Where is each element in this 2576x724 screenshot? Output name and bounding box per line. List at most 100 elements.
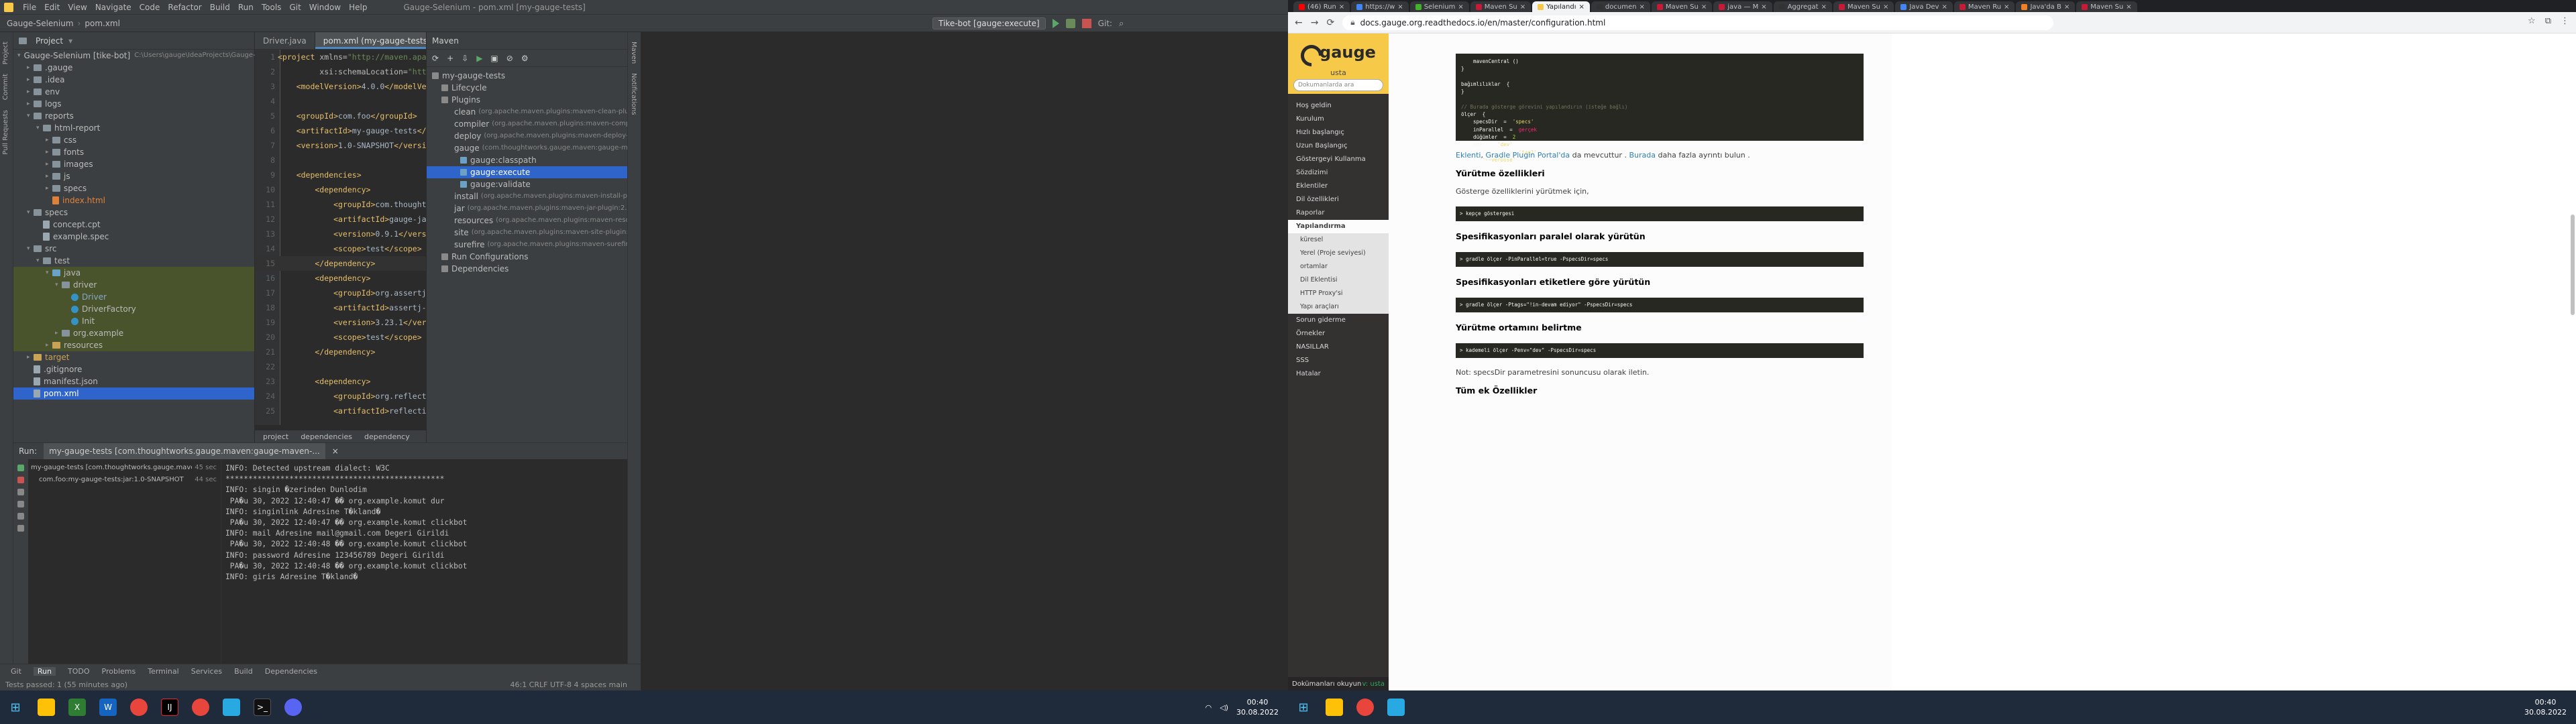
bottom-tool-tab[interactable]: Problems [102, 667, 136, 676]
breadcrumb-project[interactable]: Gauge-Selenium [7, 19, 74, 28]
chevron-down-icon[interactable]: ▾ [27, 110, 34, 122]
browser-tab[interactable]: Selenium × [1409, 1, 1469, 12]
project-tree-item[interactable]: ▸ images [13, 158, 254, 170]
sidebar-sub-item[interactable]: ortamlar [1288, 260, 1389, 274]
project-tree-item[interactable]: ▸ .idea [13, 74, 254, 86]
sidebar-nav-item[interactable]: NASILLAR [1288, 341, 1389, 354]
chevron-down-icon[interactable]: ▾ [68, 36, 72, 46]
chrome-icon[interactable] [130, 699, 148, 716]
maven-tree-item[interactable]: gauge:validate [427, 178, 627, 190]
project-tree-item[interactable]: example.spec [13, 231, 254, 243]
chevron-right-icon[interactable]: ▸ [27, 98, 34, 110]
tab-close-icon[interactable]: × [1761, 3, 1766, 11]
maven-tree-item[interactable]: jar (org.apache.maven.plugins:maven-jar-p… [427, 202, 634, 215]
code-editor[interactable]: 1<project xmlns="http://maven.apache.org… [255, 50, 426, 425]
run-config-selector[interactable]: Tike-bot [gauge:execute] [932, 17, 1046, 29]
burada-link[interactable]: Burada [1629, 151, 1656, 160]
editor-tab[interactable]: pom.xml (my-gauge-tests) [315, 32, 426, 49]
volume-icon[interactable]: ◁) [1220, 703, 1228, 712]
menu-item[interactable]: Refactor [168, 3, 201, 12]
chevron-down-icon[interactable]: ▾ [27, 206, 34, 219]
project-tree-item[interactable]: ▸ logs [13, 98, 254, 110]
tab-close-icon[interactable]: × [1579, 3, 1585, 11]
chevron-down-icon[interactable]: ▾ [46, 267, 52, 279]
project-tree-item[interactable]: ▸ .gauge [13, 62, 254, 74]
maven-tree-item[interactable]: install (org.apache.maven.plugins:maven-i… [427, 190, 659, 202]
bottom-tool-tab[interactable]: TODO [68, 667, 90, 676]
project-tree-item[interactable]: manifest.json [13, 375, 254, 387]
chevron-right-icon[interactable]: ▸ [55, 327, 62, 339]
sidebar-nav-item[interactable]: Uzun Başlangıç [1288, 139, 1389, 153]
version-selector[interactable]: v: usta [1362, 680, 1385, 688]
project-tree-item[interactable]: .gitignore [13, 363, 254, 375]
project-tree-item[interactable]: ▸ target [13, 351, 254, 363]
browser-tab[interactable]: Maven Su × [1651, 1, 1713, 12]
project-tree-item[interactable]: index.html [13, 194, 254, 206]
tab-close-icon[interactable]: × [1339, 3, 1344, 11]
project-tree-item[interactable]: ▾ test [13, 255, 254, 267]
menu-item[interactable]: Code [140, 3, 160, 12]
pull-requests-tool-tab[interactable]: Pull Requests [2, 110, 9, 155]
breadcrumb-file[interactable]: pom.xml [85, 19, 120, 28]
bottom-tool-tab[interactable]: Build [234, 667, 253, 676]
project-tree-item[interactable]: ▸ env [13, 86, 254, 98]
chevron-right-icon[interactable]: ▸ [46, 170, 52, 182]
sidebar-nav-item[interactable]: Hoş geldin [1288, 99, 1389, 113]
sidebar-nav-item[interactable]: Örnekler [1288, 327, 1389, 341]
chevron-right-icon[interactable]: ▸ [27, 62, 34, 74]
maven-tree-item[interactable]: surefire (org.apache.maven.plugins:maven-… [427, 239, 682, 251]
file-explorer-icon[interactable] [38, 699, 55, 716]
project-tree-item[interactable]: ▸ resources [13, 339, 254, 351]
gradle-portal-link[interactable]: Gradle Plugin Portal'da [1486, 151, 1570, 160]
back-icon[interactable]: ← [1295, 17, 1303, 28]
add-icon[interactable]: + [447, 54, 453, 63]
read-the-docs-label[interactable]: Dokümanları okuyun [1292, 680, 1361, 688]
gauge-logo[interactable]: gauge [1301, 39, 1376, 66]
menu-item[interactable]: View [68, 3, 87, 12]
menu-item[interactable]: Run [238, 3, 254, 12]
menu-icon[interactable]: ⋮ [2561, 16, 2569, 26]
tab-close-icon[interactable]: × [2126, 3, 2131, 11]
xml-path-tab[interactable]: dependency [364, 432, 410, 441]
chevron-right-icon[interactable]: ▸ [27, 86, 34, 98]
tab-close-icon[interactable]: × [1701, 3, 1707, 11]
run-tree-item[interactable]: my-gauge-tests [com.thoughtworks.gauge.m… [31, 462, 221, 474]
run-maven-icon[interactable]: ▶ [476, 54, 482, 63]
search-icon[interactable]: ⌕ [1119, 19, 1128, 29]
project-tree-item[interactable]: DriverFactory [13, 303, 254, 315]
browser-tab[interactable]: Aggregat × [1773, 1, 1832, 12]
sidebar-nav-item[interactable]: Sözdizimi [1288, 166, 1389, 180]
bottom-tool-tab[interactable]: Services [191, 667, 222, 676]
menu-item[interactable]: File [23, 3, 36, 12]
reload-icon[interactable]: ⟳ [1326, 17, 1334, 28]
extensions-icon[interactable]: ⧉ [2545, 16, 2551, 26]
tab-close-icon[interactable]: × [1520, 3, 1525, 11]
chevron-right-icon[interactable]: ▸ [46, 134, 52, 146]
maven-tree-item[interactable]: deploy (org.apache.maven.plugins:maven-de… [427, 130, 665, 142]
download-icon[interactable]: ⇩ [462, 54, 468, 63]
sidebar-nav-item[interactable]: SSS [1288, 354, 1389, 367]
toggle-icon[interactable]: ▣ [490, 54, 498, 63]
browser-tab[interactable]: Maven Ru × [1953, 1, 2015, 12]
sidebar-nav-current[interactable]: Yapılandırma [1288, 220, 1389, 233]
project-tree-item[interactable]: ▾ src [13, 243, 254, 255]
chevron-right-icon[interactable]: ▸ [27, 351, 34, 363]
run-icon[interactable] [1052, 19, 1059, 28]
sidebar-sub-item[interactable]: küresel [1288, 233, 1389, 247]
menu-item[interactable]: Build [210, 3, 230, 12]
page-scrollbar[interactable] [2571, 215, 2575, 315]
chevron-right-icon[interactable]: ▸ [27, 74, 34, 86]
tab-close-icon[interactable]: × [2064, 3, 2070, 11]
sidebar-nav-item[interactable]: Eklentiler [1288, 180, 1389, 193]
tab-close-icon[interactable]: × [1458, 3, 1463, 11]
project-tree-item[interactable]: ▾ html-report [13, 122, 254, 134]
project-tree-item[interactable]: ▸ org.example [13, 327, 254, 339]
eklenti-link[interactable]: Eklenti [1456, 151, 1481, 160]
project-tree-item[interactable]: pom.xml [13, 387, 254, 400]
chevron-down-icon[interactable]: ▾ [17, 50, 21, 62]
maven-tree-item[interactable]: resources (org.apache.maven.plugins:maven… [427, 215, 686, 227]
browser-tab[interactable]: Maven Su × [1833, 1, 1894, 12]
debug-icon[interactable] [1065, 19, 1075, 28]
skip-tests-icon[interactable]: ⊘ [506, 54, 513, 63]
project-tree-item[interactable]: concept.cpt [13, 219, 254, 231]
